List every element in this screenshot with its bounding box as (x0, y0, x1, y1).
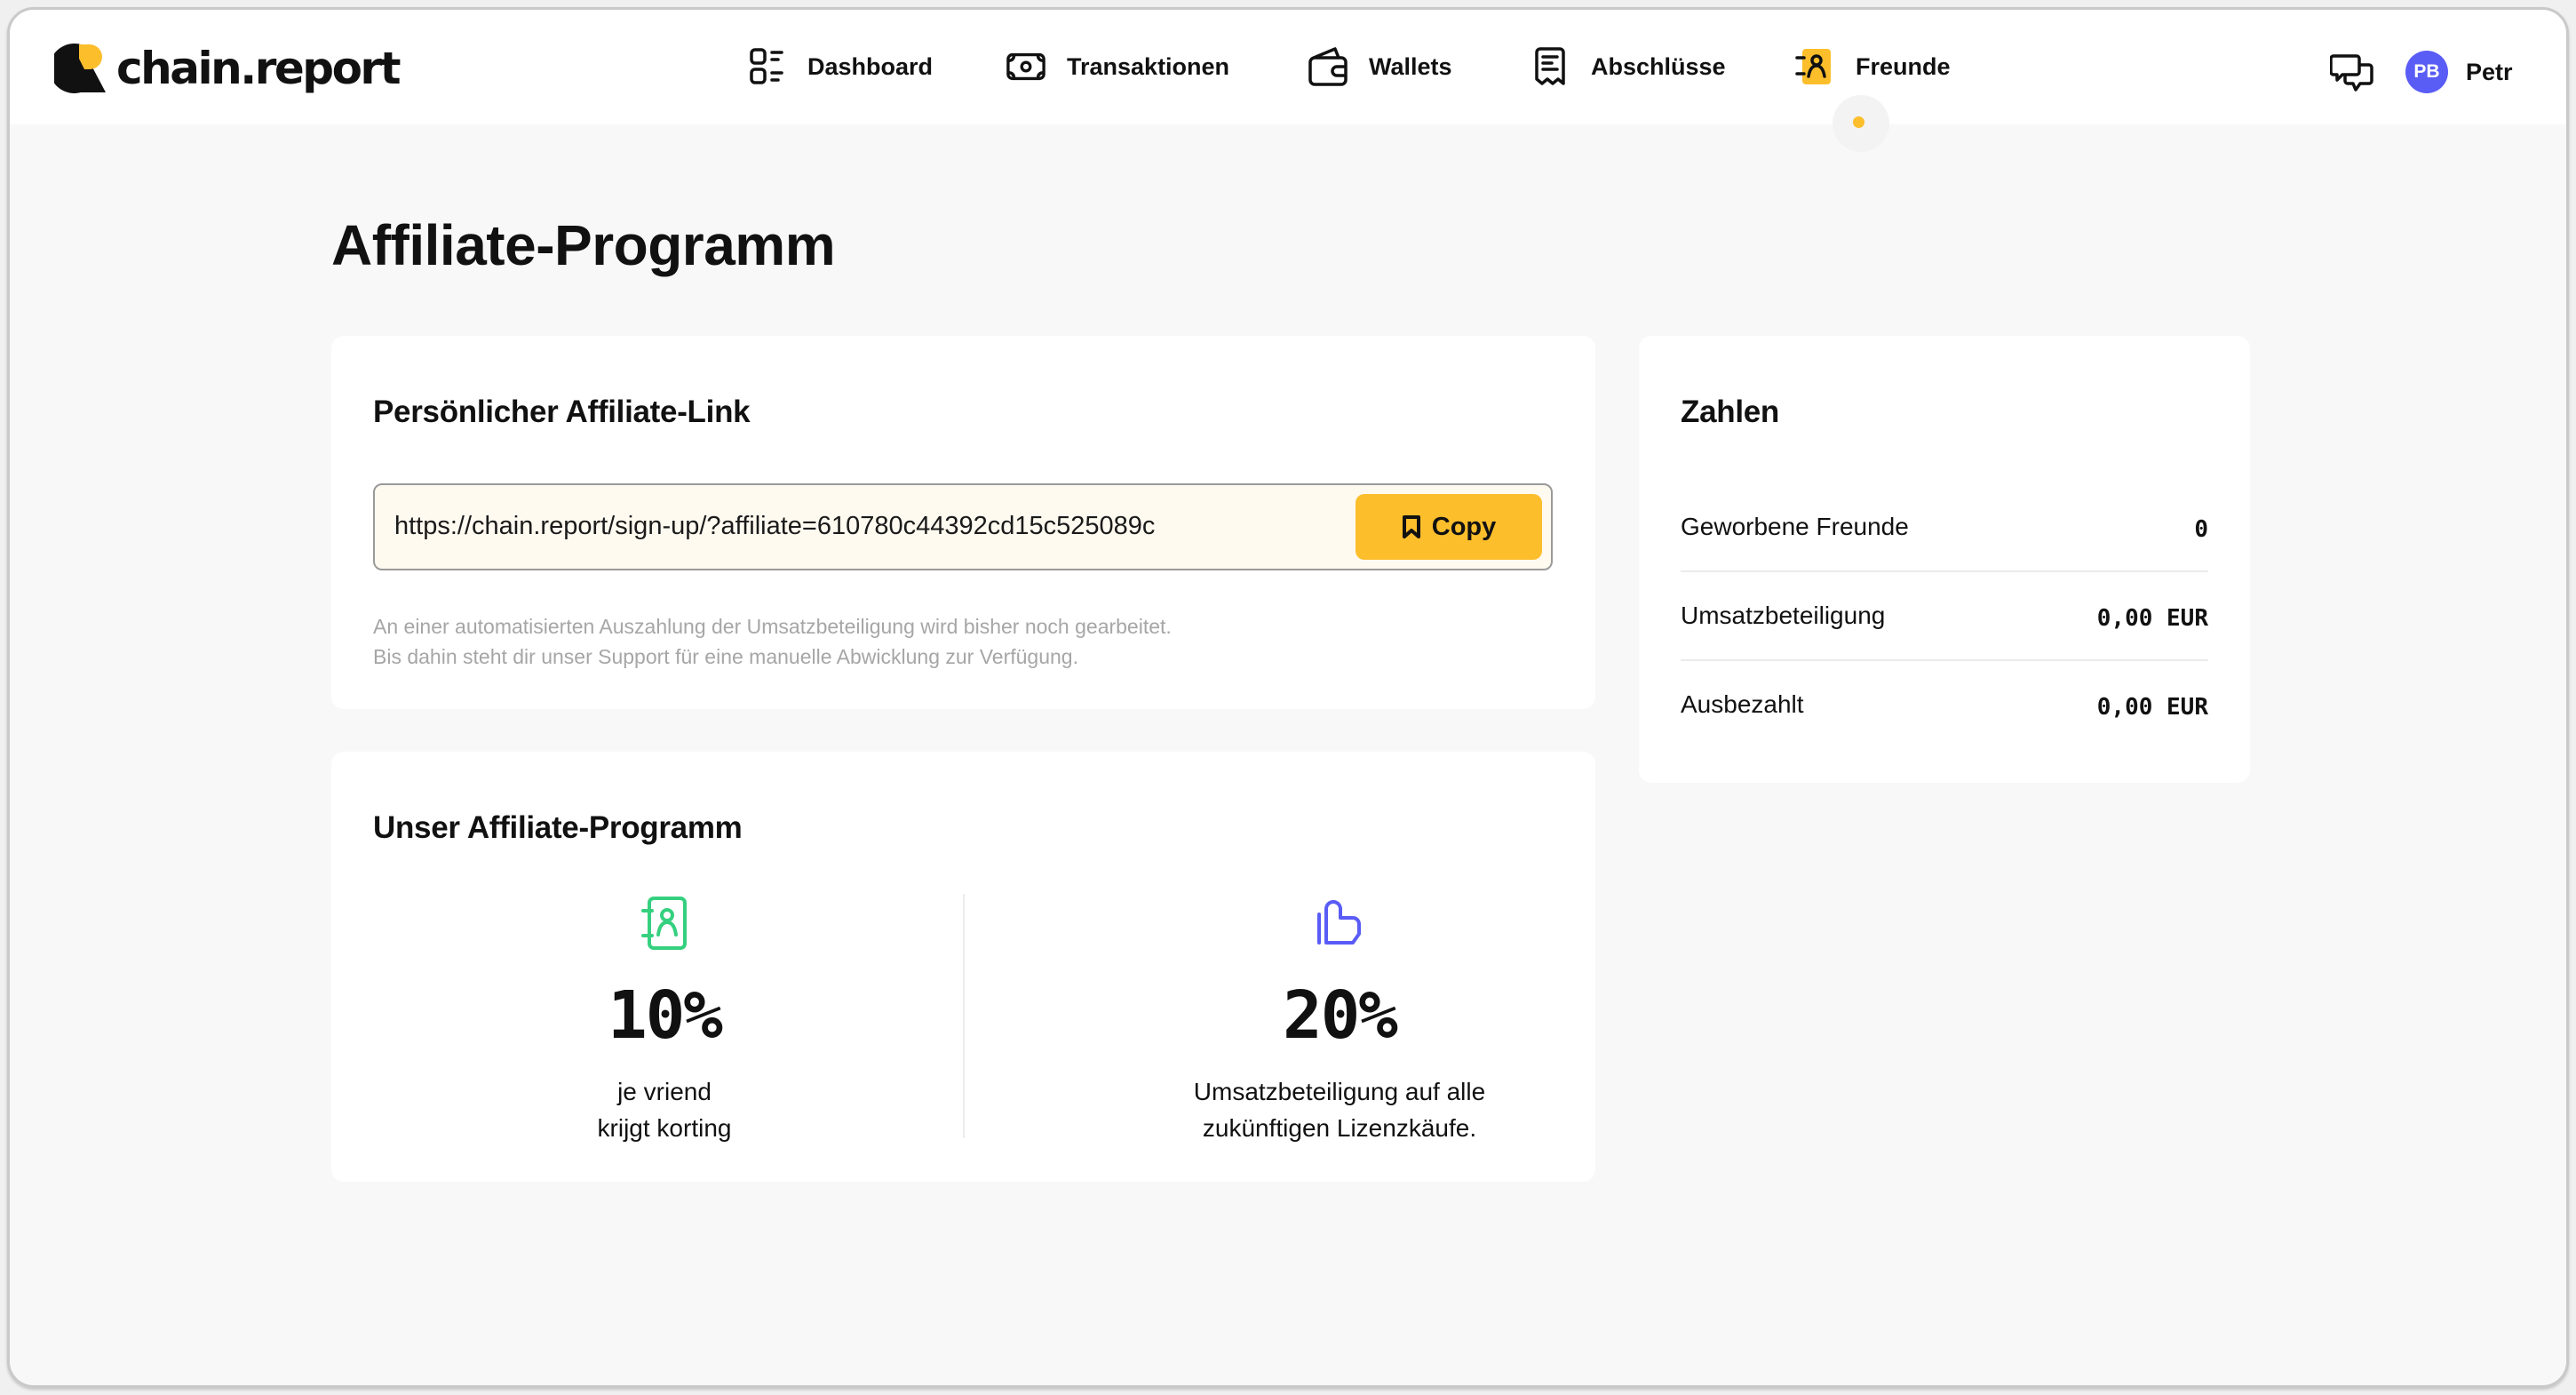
contact-book-icon (641, 897, 687, 950)
stats-card: Zahlen Geworbene Freunde 0 Umsatzbeteili… (1639, 336, 2250, 783)
feature-description: je vriend krijgt korting (371, 1073, 958, 1146)
affiliate-link-url[interactable]: https://chain.report/sign-up/?affiliate=… (394, 512, 1155, 541)
contacts-icon (1795, 47, 1834, 86)
nav-item-dashboard[interactable]: Dashboard (747, 45, 933, 88)
dashboard-icon (747, 47, 786, 86)
main-nav: Dashboard Transaktionen Wallets Abschlüs… (10, 10, 2566, 152)
stat-value: 0,00 EUR (2096, 694, 2208, 721)
feature-value: 20% (1283, 977, 1398, 1054)
nav-label: Transaktionen (1067, 52, 1230, 80)
user-menu[interactable]: PB Petr (2405, 51, 2513, 93)
copy-button[interactable]: Copy (1356, 494, 1542, 560)
copy-label: Copy (1431, 512, 1497, 541)
chat-button[interactable] (2329, 52, 2374, 93)
card-title: Zahlen (1681, 395, 1779, 429)
stat-label: Umsatzbeteiligung (1681, 602, 1886, 629)
nav-item-transaktionen[interactable]: Transaktionen (1006, 45, 1229, 88)
feature-divider (963, 894, 965, 1138)
card-title: Persönlicher Affiliate-Link (373, 395, 751, 429)
nav-label: Wallets (1369, 52, 1452, 80)
wallet-icon (1308, 47, 1348, 86)
card-title: Unser Affiliate-Programm (373, 810, 743, 845)
nav-item-freunde[interactable]: Freunde (1795, 45, 1951, 88)
stat-row-revenue-share: Umsatzbeteiligung 0,00 EUR (1681, 571, 2208, 660)
nav-item-wallets[interactable]: Wallets (1308, 45, 1452, 88)
affiliate-link-card: Persönlicher Affiliate-Link https://chai… (331, 336, 1595, 709)
bookmark-icon (1402, 515, 1420, 538)
chat-bubbles-icon (2329, 54, 2373, 92)
top-header: chain.report Dashboard Transaktionen Wal… (10, 10, 2566, 152)
payout-note-line: An einer automatisierten Auszahlung der … (373, 615, 1172, 638)
feature-value: 10% (608, 977, 723, 1054)
feature-description: Umsatzbeteiligung auf alle zukünftigen L… (1046, 1073, 1633, 1146)
nav-label: Abschlüsse (1591, 52, 1726, 80)
thumbs-up-icon (1317, 900, 1361, 945)
feature-desc-line: Umsatzbeteiligung auf alle (1193, 1078, 1486, 1105)
feature-desc-line: zukünftigen Lizenzkäufe. (1202, 1114, 1477, 1142)
stat-label: Ausbezahlt (1681, 690, 1804, 718)
stat-value: 0,00 EUR (2096, 605, 2208, 632)
affiliate-link-field[interactable]: https://chain.report/sign-up/?affiliate=… (373, 483, 1553, 570)
avatar: PB (2405, 51, 2448, 93)
active-tab-dot (1853, 116, 1864, 128)
page-title: Affiliate-Programm (331, 213, 836, 277)
affiliate-program-card: Unser Affiliate-Programm 10% je vriend k… (331, 752, 1595, 1182)
receipt-icon (1530, 47, 1570, 86)
stat-label: Geworbene Freunde (1681, 513, 1909, 540)
nav-item-abschluesse[interactable]: Abschlüsse (1530, 45, 1726, 88)
payout-note: An einer automatisierten Auszahlung der … (373, 611, 1172, 672)
stat-row-referred-friends: Geworbene Freunde 0 (1681, 482, 2208, 571)
feature-revenue-share: 20% Umsatzbeteiligung auf alle zukünftig… (1046, 894, 1633, 1146)
banknote-icon (1006, 47, 1046, 86)
stat-value: 0 (2194, 516, 2208, 543)
nav-label: Dashboard (807, 52, 934, 80)
feature-friend-discount: 10% je vriend krijgt korting (371, 894, 958, 1146)
feature-desc-line: je vriend (617, 1078, 712, 1105)
feature-desc-line: krijgt korting (597, 1114, 732, 1142)
user-name: Petr (2466, 58, 2513, 85)
app-window: chain.report Dashboard Transaktionen Wal… (7, 7, 2569, 1388)
stat-row-paid-out: Ausbezahlt 0,00 EUR (1681, 660, 2208, 749)
payout-note-line: Bis dahin steht dir unser Support für ei… (373, 645, 1078, 668)
nav-label: Freunde (1856, 52, 1951, 80)
